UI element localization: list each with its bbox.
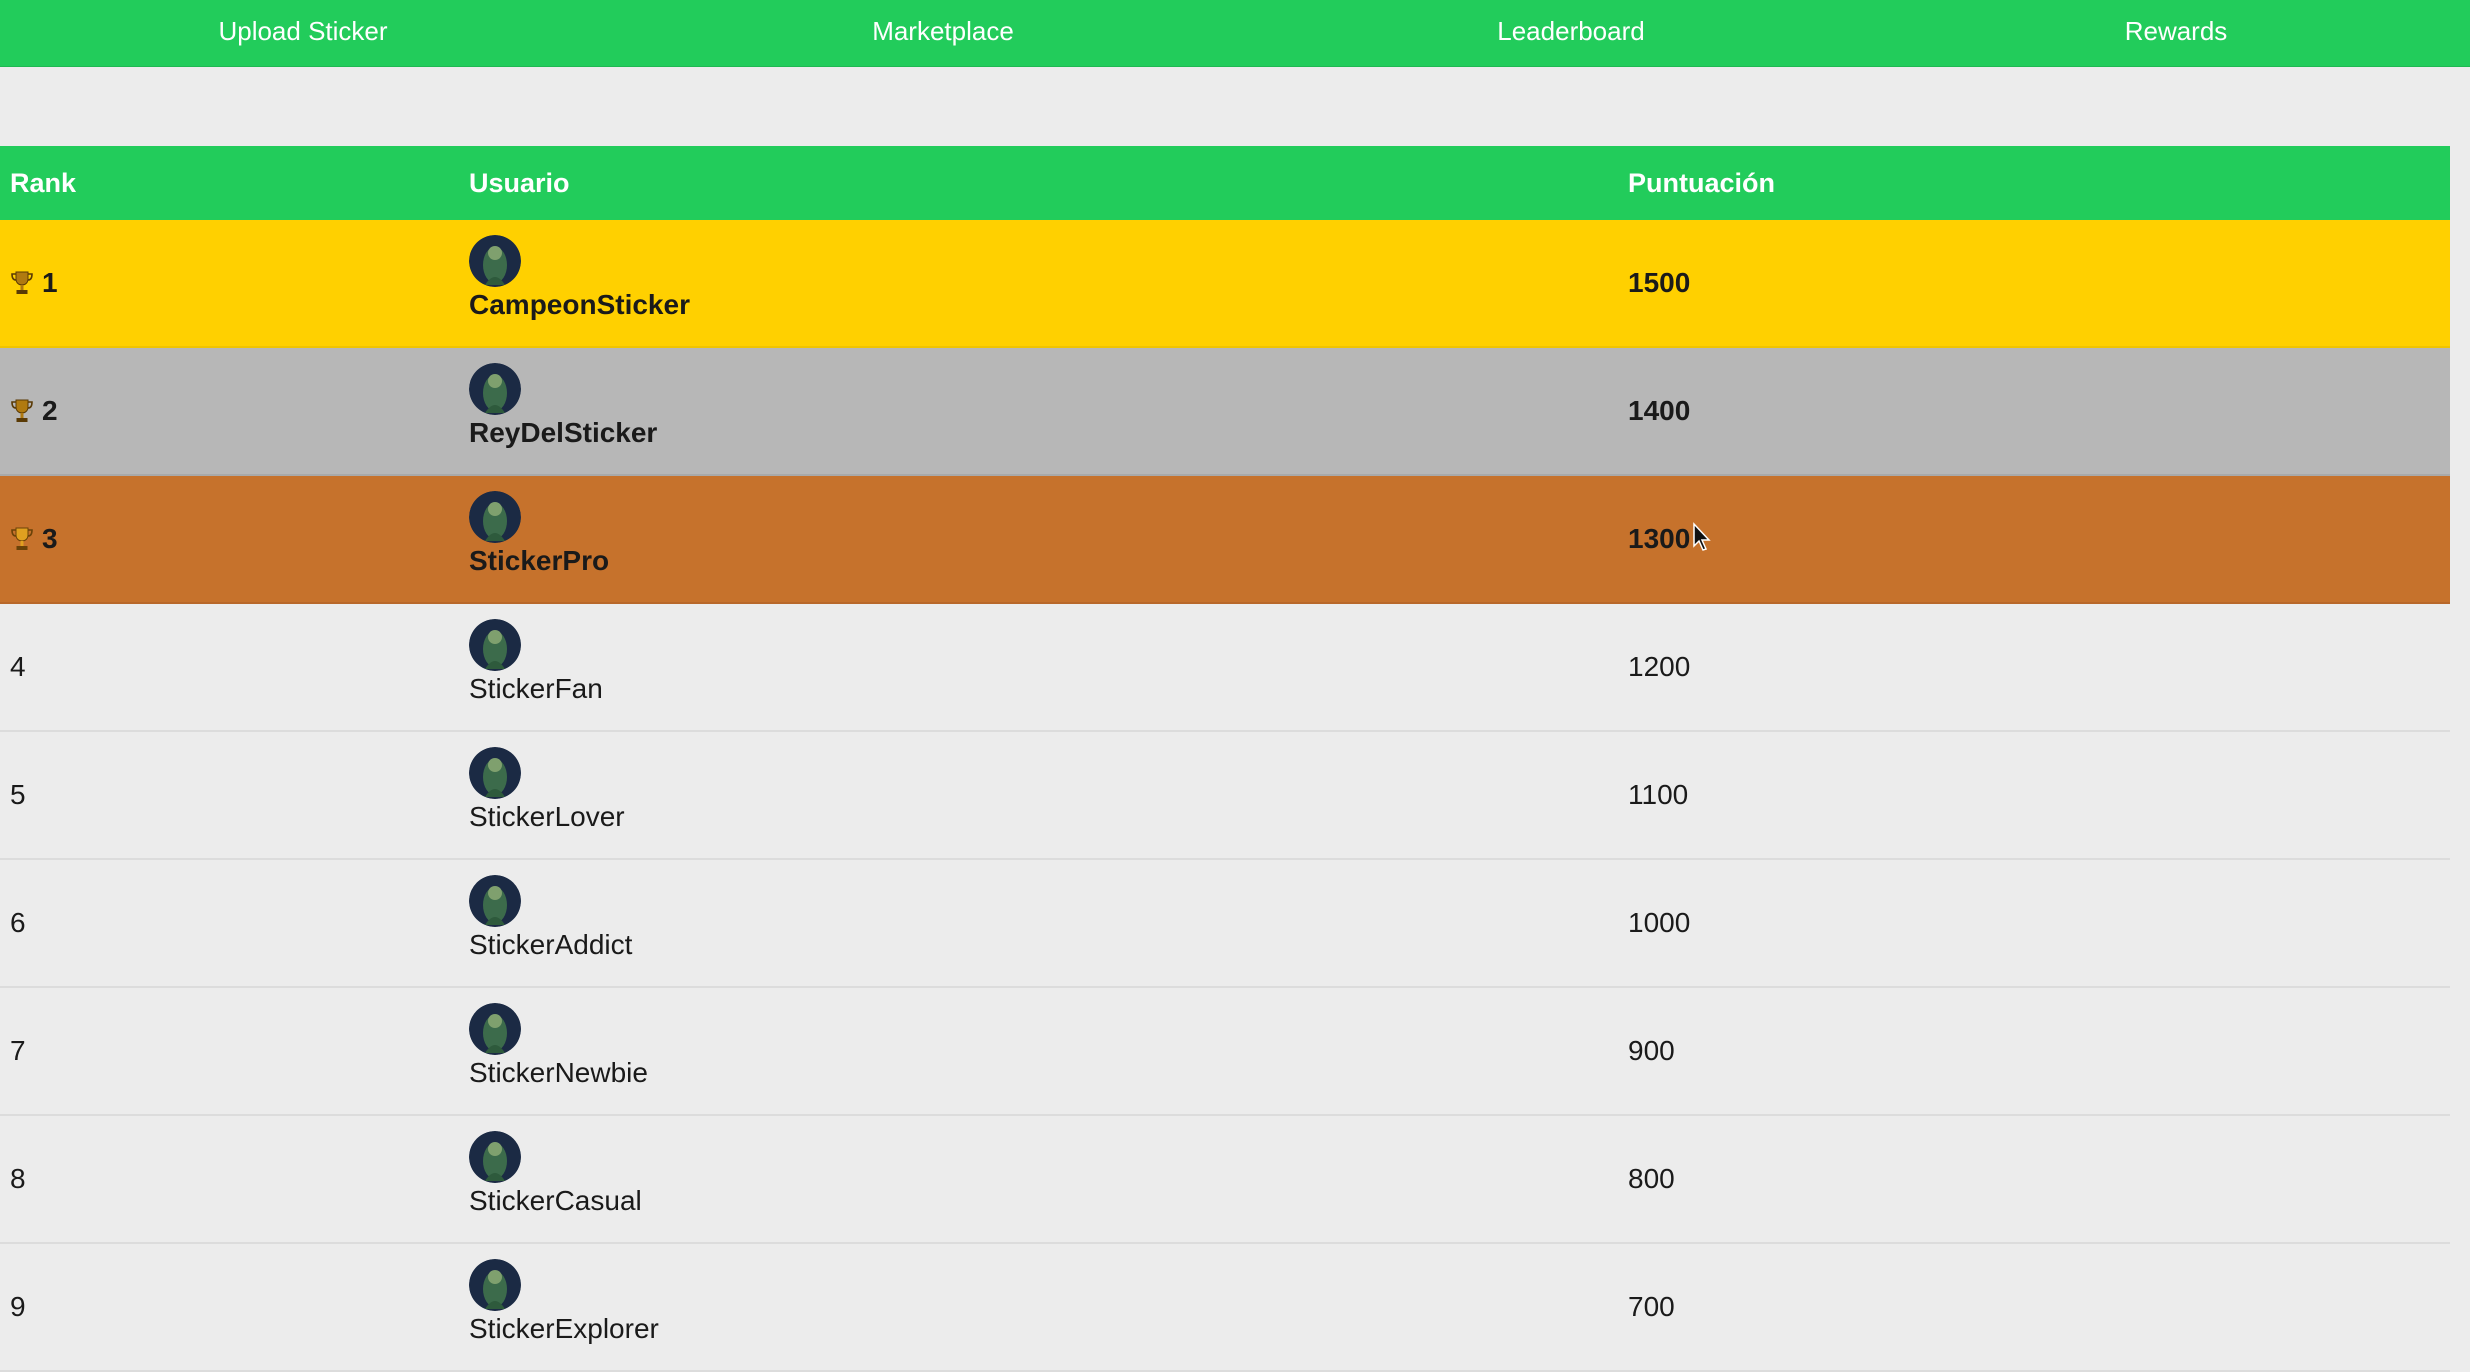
trophy-icon (11, 399, 33, 422)
table-row: 4 StickerFan 1200 (0, 604, 2450, 732)
header-rank: Rank (10, 168, 77, 198)
avatar[interactable] (469, 235, 521, 287)
table-row: 5 StickerLover 1100 (0, 732, 2450, 860)
username[interactable]: StickerPro (469, 545, 609, 577)
header-user: Usuario (469, 168, 570, 198)
user-cell: StickerFan (469, 619, 603, 705)
score-value: 1000 (1628, 907, 1691, 938)
rank-cell: 8 (10, 1116, 26, 1242)
user-cell: StickerLover (469, 747, 625, 833)
top-navigation: Upload Sticker Marketplace Leaderboard R… (0, 0, 2470, 67)
avatar[interactable] (469, 747, 521, 799)
username[interactable]: CampeonSticker (469, 289, 690, 321)
score-cell: 1500 (1628, 220, 1690, 346)
score-cell: 1200 (1628, 604, 1690, 730)
rank-cell: 6 (10, 860, 26, 986)
avatar[interactable] (469, 363, 521, 415)
user-cell: ReyDelSticker (469, 363, 657, 449)
score-cell: 1100 (1628, 732, 1688, 858)
trophy-icon (11, 271, 33, 294)
rank-number: 3 (42, 523, 58, 554)
score-value: 1100 (1628, 779, 1689, 810)
leaderboard-table: Rank Usuario Puntuación 1 CampeonSticker (0, 146, 2450, 1372)
table-row: 7 StickerNewbie 900 (0, 988, 2450, 1116)
user-cell: StickerPro (469, 491, 609, 577)
user-cell: StickerNewbie (469, 1003, 648, 1089)
table-row: 2 ReyDelSticker 1400 (0, 348, 2450, 476)
rank-cell: 4 (10, 604, 26, 730)
rank-number: 8 (10, 1163, 26, 1194)
score-cell: 1000 (1628, 860, 1690, 986)
rank-cell: 2 (10, 348, 58, 474)
table-row: 1 CampeonSticker 1500 (0, 220, 2450, 348)
trophy-icon (11, 527, 33, 550)
username[interactable]: StickerAddict (469, 929, 632, 961)
table-row: 8 StickerCasual 800 (0, 1116, 2450, 1244)
avatar[interactable] (469, 1259, 521, 1311)
username[interactable]: ReyDelSticker (469, 417, 657, 449)
table-row: 6 StickerAddict 1000 (0, 860, 2450, 988)
rank-number: 6 (10, 907, 26, 938)
score-cell: 900 (1628, 988, 1675, 1114)
rank-cell: 9 (10, 1244, 26, 1370)
table-row: 9 StickerExplorer 700 (0, 1244, 2450, 1372)
rank-number: 4 (10, 651, 26, 682)
nav-marketplace[interactable]: Marketplace (872, 0, 1014, 62)
header-score: Puntuación (1628, 168, 1775, 198)
avatar[interactable] (469, 1131, 521, 1183)
score-value: 1400 (1628, 395, 1691, 426)
score-cell: 1400 (1628, 348, 1690, 474)
rank-number: 5 (10, 779, 26, 810)
rank-cell: 5 (10, 732, 26, 858)
avatar[interactable] (469, 619, 521, 671)
rank-number: 7 (10, 1035, 26, 1066)
nav-rewards[interactable]: Rewards (2125, 0, 2228, 62)
nav-leaderboard[interactable]: Leaderboard (1497, 0, 1644, 62)
table-row: 3 StickerPro 1300 (0, 476, 2450, 604)
username[interactable]: StickerExplorer (469, 1313, 659, 1345)
avatar[interactable] (469, 875, 521, 927)
user-cell: CampeonSticker (469, 235, 690, 321)
score-cell: 1300 (1628, 476, 1690, 602)
rank-cell: 1 (10, 220, 58, 346)
user-cell: StickerAddict (469, 875, 632, 961)
score-value: 900 (1628, 1035, 1675, 1066)
score-cell: 700 (1628, 1244, 1675, 1370)
rank-number: 2 (42, 395, 58, 426)
username[interactable]: StickerCasual (469, 1185, 642, 1217)
user-cell: StickerCasual (469, 1131, 642, 1217)
score-value: 1200 (1628, 651, 1691, 682)
rank-number: 1 (42, 267, 58, 298)
nav-upload-sticker[interactable]: Upload Sticker (218, 0, 387, 62)
username[interactable]: StickerFan (469, 673, 603, 705)
score-cell: 800 (1628, 1116, 1675, 1242)
rank-number: 9 (10, 1291, 26, 1322)
rank-cell: 3 (10, 476, 58, 602)
score-value: 1300 (1628, 523, 1691, 554)
table-header: Rank Usuario Puntuación (0, 146, 2450, 220)
username[interactable]: StickerNewbie (469, 1057, 648, 1089)
score-value: 700 (1628, 1291, 1675, 1322)
score-value: 1500 (1628, 267, 1691, 298)
user-cell: StickerExplorer (469, 1259, 659, 1345)
username[interactable]: StickerLover (469, 801, 625, 833)
score-value: 800 (1628, 1163, 1675, 1194)
avatar[interactable] (469, 491, 521, 543)
avatar[interactable] (469, 1003, 521, 1055)
rank-cell: 7 (10, 988, 26, 1114)
mouse-cursor-icon (1693, 522, 1711, 551)
